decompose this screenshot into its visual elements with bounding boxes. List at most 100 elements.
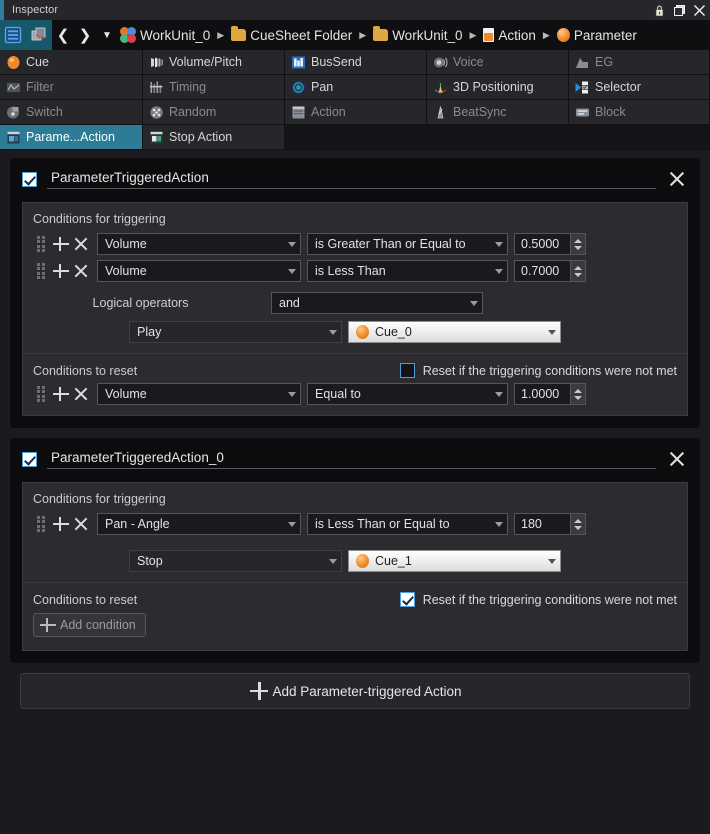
- restore-icon[interactable]: [673, 4, 686, 17]
- tab-parameter-triggered-action[interactable]: Parame...Action: [0, 125, 143, 150]
- breadcrumb-item-workunit-0-child[interactable]: WorkUnit_0: [371, 26, 464, 43]
- link-refresh-icon[interactable]: [26, 20, 52, 50]
- tab-switch[interactable]: Switch: [0, 100, 143, 125]
- breadcrumb-label: WorkUnit_0: [392, 27, 463, 43]
- parameter-triggered-action-panel: ParameterTriggeredAction Conditions for …: [10, 158, 700, 428]
- remove-condition-icon[interactable]: [71, 514, 91, 534]
- forward-button[interactable]: ❯: [74, 20, 96, 50]
- remove-condition-icon[interactable]: [71, 234, 91, 254]
- reset-parameter-select[interactable]: Volume: [97, 383, 301, 405]
- tab-row: Switch Random Action BeatSync Block: [0, 100, 710, 125]
- condition-operator-select[interactable]: is Less Than: [307, 260, 508, 282]
- reset-section-header: Conditions to reset Reset if the trigger…: [33, 363, 677, 378]
- condition-value-stepper[interactable]: 0.7000: [514, 260, 586, 282]
- condition-parameter-select[interactable]: Volume: [97, 260, 301, 282]
- folder-icon: [231, 26, 247, 41]
- breadcrumb-item-action[interactable]: Action: [481, 28, 538, 43]
- tab-label: Selector: [595, 80, 641, 94]
- section-title: Conditions for triggering: [33, 492, 166, 506]
- tab-stop-action[interactable]: Stop Action: [143, 125, 285, 150]
- reset-if-not-met-checkbox[interactable]: [399, 363, 415, 378]
- inspector-body: ParameterTriggeredAction Conditions for …: [0, 150, 710, 709]
- tab-beatsync[interactable]: BeatSync: [427, 100, 569, 125]
- reset-if-not-met-label: Reset if the triggering conditions were …: [422, 363, 677, 378]
- stepper-buttons[interactable]: [570, 514, 585, 534]
- tab-selector[interactable]: Selector: [569, 75, 710, 100]
- close-icon[interactable]: [693, 4, 706, 17]
- reset-operator-select[interactable]: Equal to: [307, 383, 508, 405]
- add-condition-button[interactable]: Add condition: [33, 613, 146, 637]
- chevron-down-icon: [548, 558, 556, 564]
- action-type-select[interactable]: Play: [129, 321, 342, 343]
- condition-operator-select[interactable]: is Less Than or Equal to: [307, 513, 508, 535]
- stepper-buttons[interactable]: [570, 384, 585, 404]
- delete-action-button[interactable]: [666, 168, 688, 190]
- history-dropdown-button[interactable]: ▼: [96, 20, 118, 50]
- reset-value-stepper[interactable]: 1.0000: [514, 383, 586, 405]
- action-type-select[interactable]: Stop: [129, 550, 342, 572]
- breadcrumb-item-parameter[interactable]: Parameter: [555, 28, 639, 43]
- breadcrumb-label: Action: [498, 27, 536, 43]
- condition-value-stepper[interactable]: 180: [514, 513, 586, 535]
- reset-if-not-met-option[interactable]: Reset if the triggering conditions were …: [399, 363, 677, 378]
- add-condition-icon[interactable]: [51, 261, 71, 281]
- action-name-input[interactable]: ParameterTriggeredAction: [47, 170, 656, 189]
- reset-if-not-met-checkbox[interactable]: [399, 592, 415, 607]
- add-condition-icon[interactable]: [51, 384, 71, 404]
- inspector-tab-grid: Cue Volume/Pitch BusSend Voice EG Filter…: [0, 50, 710, 150]
- tab-timing[interactable]: Timing: [143, 75, 285, 100]
- tab-block[interactable]: Block: [569, 100, 710, 125]
- tab-voice[interactable]: Voice: [427, 50, 569, 75]
- condition-parameter-select[interactable]: Pan - Angle: [97, 513, 301, 535]
- condition-parameter-select[interactable]: Volume: [97, 233, 301, 255]
- breadcrumb-separator: ▶: [469, 29, 477, 40]
- breadcrumb-item-cuesheet-folder[interactable]: CueSheet Folder: [229, 26, 354, 43]
- back-button[interactable]: ❮: [52, 20, 74, 50]
- logical-operator-select[interactable]: and: [271, 292, 483, 314]
- trigger-conditions-section: Conditions for triggering Volume is Grea…: [22, 202, 688, 354]
- tab-bussend[interactable]: BusSend: [285, 50, 427, 75]
- remove-condition-icon[interactable]: [71, 261, 91, 281]
- add-condition-icon[interactable]: [51, 234, 71, 254]
- lock-icon[interactable]: [653, 4, 666, 17]
- stepper-buttons[interactable]: [570, 234, 585, 254]
- action-target-select[interactable]: Cue_0: [348, 321, 561, 343]
- delete-action-button[interactable]: [666, 448, 688, 470]
- tab-volume-pitch[interactable]: Volume/Pitch: [143, 50, 285, 75]
- tab-3d-positioning[interactable]: 3D Positioning: [427, 75, 569, 100]
- enable-action-checkbox[interactable]: [22, 451, 37, 467]
- beatsync-icon: [433, 105, 448, 120]
- tab-eg[interactable]: EG: [569, 50, 710, 75]
- tab-label: Stop Action: [169, 130, 233, 144]
- volume-pitch-icon: [149, 55, 164, 70]
- select-value: Volume: [105, 264, 147, 278]
- remove-condition-icon[interactable]: [71, 384, 91, 404]
- tab-pan[interactable]: Pan: [285, 75, 427, 100]
- drag-handle-icon[interactable]: [33, 515, 49, 533]
- chevron-down-icon: [495, 241, 503, 247]
- drag-handle-icon[interactable]: [33, 262, 49, 280]
- stepper-buttons[interactable]: [570, 261, 585, 281]
- tab-label: BusSend: [311, 55, 362, 69]
- chevron-down-icon: [495, 391, 503, 397]
- select-value: is Less Than: [315, 264, 386, 278]
- reset-if-not-met-label: Reset if the triggering conditions were …: [422, 592, 677, 607]
- condition-value-stepper[interactable]: 0.5000: [514, 233, 586, 255]
- tab-filter[interactable]: Filter: [0, 75, 143, 100]
- action-name-input[interactable]: ParameterTriggeredAction_0: [47, 450, 656, 469]
- reset-if-not-met-option[interactable]: Reset if the triggering conditions were …: [399, 592, 677, 607]
- drag-handle-icon[interactable]: [33, 235, 49, 253]
- list-icon[interactable]: [0, 20, 26, 50]
- tab-cue[interactable]: Cue: [0, 50, 143, 75]
- enable-action-checkbox[interactable]: [22, 171, 37, 187]
- condition-operator-select[interactable]: is Greater Than or Equal to: [307, 233, 508, 255]
- breadcrumb-item-workunit-0[interactable]: WorkUnit_0: [118, 27, 212, 43]
- select-value: and: [279, 296, 300, 310]
- breadcrumb-label: CueSheet Folder: [250, 27, 353, 43]
- add-condition-icon[interactable]: [51, 514, 71, 534]
- add-parameter-triggered-action-button[interactable]: Add Parameter-triggered Action: [20, 673, 690, 709]
- action-target-select[interactable]: Cue_1: [348, 550, 561, 572]
- tab-random[interactable]: Random: [143, 100, 285, 125]
- tab-action[interactable]: Action: [285, 100, 427, 125]
- drag-handle-icon[interactable]: [33, 385, 49, 403]
